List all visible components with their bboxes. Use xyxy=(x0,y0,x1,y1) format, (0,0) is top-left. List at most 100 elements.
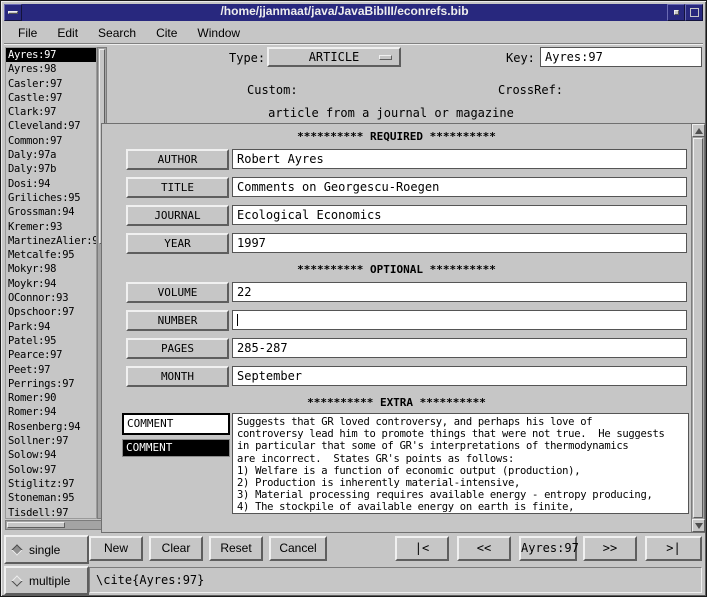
minimize-button[interactable] xyxy=(667,4,685,21)
nav-last-button[interactable]: >| xyxy=(645,536,702,561)
nav-prev-button[interactable]: << xyxy=(457,536,511,561)
form-vertical-scrollbar[interactable] xyxy=(691,124,704,532)
number-input[interactable] xyxy=(232,310,687,330)
scroll-up-arrow[interactable] xyxy=(692,124,705,137)
minimize-icon xyxy=(674,10,679,15)
list-item[interactable]: Romer:90 xyxy=(6,391,96,405)
field-label-number: NUMBER xyxy=(126,310,229,331)
list-item[interactable]: Daly:97a xyxy=(6,148,96,162)
list-hscroll-thumb[interactable] xyxy=(7,522,65,528)
list-item[interactable]: MartinezAlier:9 xyxy=(6,234,96,248)
entry-form-content: ********** REQUIRED ********** AUTHOR TI… xyxy=(102,124,691,532)
list-item[interactable]: Dosi:94 xyxy=(6,177,96,191)
field-row-journal: JOURNAL xyxy=(102,205,691,227)
month-input[interactable] xyxy=(232,366,687,386)
list-item[interactable]: Pearce:97 xyxy=(6,348,96,362)
field-label-title: TITLE xyxy=(126,177,229,198)
list-item[interactable]: Moykr:94 xyxy=(6,277,96,291)
multiple-mode-toggle[interactable]: multiple xyxy=(4,566,89,595)
maximize-button[interactable] xyxy=(685,4,703,21)
list-horizontal-scrollbar[interactable] xyxy=(5,520,108,530)
custom-label: Custom: xyxy=(247,83,298,97)
list-item[interactable]: Romer:94 xyxy=(6,405,96,419)
title-input[interactable] xyxy=(232,177,687,197)
list-item[interactable]: Stiglitz:97 xyxy=(6,477,96,491)
list-item[interactable]: Ayres:97 xyxy=(6,48,96,62)
comment-field-selector[interactable]: COMMENT xyxy=(122,413,230,435)
form-scroll-thumb[interactable] xyxy=(693,138,703,518)
list-item[interactable]: Tisdell:97 xyxy=(6,506,96,520)
comment-textarea[interactable]: Suggests that GR loved controversy, and … xyxy=(232,413,689,514)
list-item[interactable]: Opschoor:97 xyxy=(6,305,96,319)
list-item[interactable]: Metcalfe:95 xyxy=(6,248,96,262)
field-row-month: MONTH xyxy=(102,366,691,388)
comment-field-list: COMMENT xyxy=(122,439,230,457)
list-item[interactable]: Patel:95 xyxy=(6,334,96,348)
list-item[interactable]: Cleveland:97 xyxy=(6,119,96,133)
list-item[interactable]: Clark:97 xyxy=(6,105,96,119)
entry-form-panel: ********** REQUIRED ********** AUTHOR TI… xyxy=(101,123,705,533)
clear-button[interactable]: Clear xyxy=(149,536,203,561)
field-label-year: YEAR xyxy=(126,233,229,254)
radio-selected-icon xyxy=(11,544,22,555)
menu-item-edit[interactable]: Edit xyxy=(47,23,88,43)
list-item[interactable]: Solow:97 xyxy=(6,463,96,477)
nav-next-button[interactable]: >> xyxy=(583,536,637,561)
list-item[interactable]: Rosenberg:94 xyxy=(6,420,96,434)
type-dropdown-value: ARTICLE xyxy=(309,50,360,64)
nav-current-button[interactable]: Ayres:97 xyxy=(519,536,577,561)
menu-bar: File Edit Search Cite Window xyxy=(4,22,703,44)
multiple-mode-label: multiple xyxy=(29,574,70,588)
down-arrow-icon xyxy=(695,523,703,529)
titlebar: /home/jjanmaat/java/JavaBibIII/econrefs.… xyxy=(4,4,703,21)
new-button[interactable]: New xyxy=(89,536,143,561)
author-input[interactable] xyxy=(232,149,687,169)
list-item[interactable]: Kremer:93 xyxy=(6,220,96,234)
list-item[interactable]: Grossman:94 xyxy=(6,205,96,219)
menu-item-window[interactable]: Window xyxy=(187,23,250,43)
list-item[interactable]: OConnor:93 xyxy=(6,291,96,305)
pages-input[interactable] xyxy=(232,338,687,358)
year-input[interactable] xyxy=(232,233,687,253)
list-item[interactable]: Ayres:98 xyxy=(6,62,96,76)
nav-first-button[interactable]: |< xyxy=(395,536,449,561)
list-item[interactable]: Mokyr:98 xyxy=(6,262,96,276)
key-label: Key: xyxy=(506,51,535,65)
comment-field-list-item[interactable]: COMMENT xyxy=(123,440,229,456)
option-menu-indicator-icon xyxy=(379,55,392,60)
list-item[interactable]: Daly:97b xyxy=(6,162,96,176)
section-header-required: ********** REQUIRED ********** xyxy=(102,130,691,143)
crossref-label: CrossRef: xyxy=(498,83,563,97)
field-label-author: AUTHOR xyxy=(126,149,229,170)
list-item[interactable]: Park:94 xyxy=(6,320,96,334)
radio-unselected-icon xyxy=(11,575,22,586)
list-item[interactable]: Solow:94 xyxy=(6,448,96,462)
type-dropdown[interactable]: ARTICLE xyxy=(267,47,401,67)
list-item[interactable]: Peet:97 xyxy=(6,363,96,377)
scroll-down-arrow[interactable] xyxy=(692,519,705,532)
section-header-optional: ********** OPTIONAL ********** xyxy=(102,263,691,276)
menu-item-file[interactable]: File xyxy=(8,23,47,43)
volume-input[interactable] xyxy=(232,282,687,302)
single-mode-toggle[interactable]: single xyxy=(4,535,89,564)
journal-input[interactable] xyxy=(232,205,687,225)
list-item[interactable]: Perrings:97 xyxy=(6,377,96,391)
key-input[interactable] xyxy=(540,47,702,67)
list-item[interactable]: Common:97 xyxy=(6,134,96,148)
cite-command-field[interactable]: \cite{Ayres:97} xyxy=(89,567,702,593)
menu-item-search[interactable]: Search xyxy=(88,23,146,43)
list-item[interactable]: Sollner:97 xyxy=(6,434,96,448)
single-mode-label: single xyxy=(29,543,60,557)
window-menu-button[interactable] xyxy=(4,4,22,21)
list-item[interactable]: Stoneman:95 xyxy=(6,491,96,505)
list-item[interactable]: Casler:97 xyxy=(6,77,96,91)
list-item[interactable]: Griliches:95 xyxy=(6,191,96,205)
cancel-button[interactable]: Cancel xyxy=(269,536,327,561)
menu-item-cite[interactable]: Cite xyxy=(146,23,187,43)
text-cursor xyxy=(237,314,238,326)
field-row-pages: PAGES xyxy=(102,338,691,360)
reset-button[interactable]: Reset xyxy=(209,536,263,561)
field-row-volume: VOLUME xyxy=(102,282,691,304)
field-row-year: YEAR xyxy=(102,233,691,255)
list-item[interactable]: Castle:97 xyxy=(6,91,96,105)
